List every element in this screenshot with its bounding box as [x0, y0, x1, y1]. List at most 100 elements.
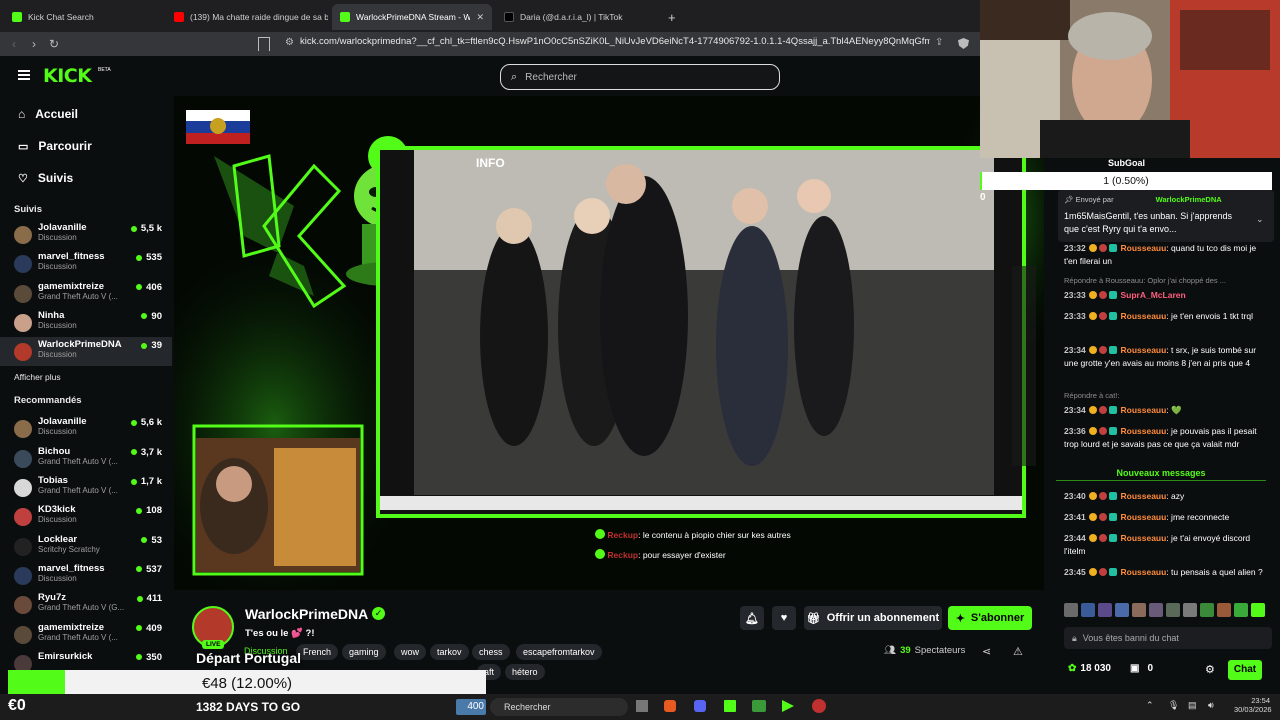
discord-icon[interactable]: [694, 700, 706, 712]
emote-icon[interactable]: [1064, 603, 1078, 617]
obs-icon[interactable]: [812, 699, 826, 713]
kick-logo[interactable]: KICK: [43, 65, 92, 87]
emote-icon[interactable]: [1234, 603, 1248, 617]
sidebar-channel[interactable]: Jolavanille Discussion 5,6 k: [0, 414, 172, 443]
tag[interactable]: wow: [394, 644, 427, 660]
close-tab-icon[interactable]: ✕: [476, 12, 484, 23]
notification-bell-icon[interactable]: 🔔︎: [740, 606, 764, 630]
gift-subscription-button[interactable]: 🎁︎ Offrir un abonnement: [804, 606, 942, 630]
chat-message[interactable]: 23:40 Rousseauu: azy: [1064, 490, 1264, 503]
chat-message[interactable]: 23:34 Rousseauu: 💚: [1064, 404, 1264, 417]
chat-message[interactable]: 23:45 Rousseauu: tu pensais a quel alien…: [1064, 566, 1264, 579]
network-icon[interactable]: ▤: [1188, 700, 1197, 711]
sidebar-channel[interactable]: Tobias Grand Theft Auto V (... 1,7 k: [0, 473, 172, 502]
chat-username[interactable]: Rousseauu: [1121, 491, 1167, 501]
chat-message[interactable]: 23:33 SuprA_McLaren: [1064, 289, 1264, 302]
sidebar-channel[interactable]: marvel_fitness Discussion 537: [0, 561, 172, 590]
report-icon[interactable]: ⚠: [1013, 645, 1023, 658]
weather-widget[interactable]: 400: [456, 699, 486, 715]
emote-icon[interactable]: [1081, 603, 1095, 617]
emote-icon[interactable]: [1166, 603, 1180, 617]
menu-icon[interactable]: [18, 70, 30, 80]
subscribe-button[interactable]: ✦ S'abonner: [948, 606, 1032, 630]
sidebar-channel[interactable]: Jolavanille Discussion 5,5 k: [0, 220, 172, 249]
sidebar-channel[interactable]: KD3kick Discussion 108: [0, 502, 172, 531]
emote-icon[interactable]: [1183, 603, 1197, 617]
volume-icon[interactable]: 🔊︎: [1208, 700, 1214, 711]
streamer-name[interactable]: WarlockPrimeDNA: [245, 606, 368, 622]
clock[interactable]: 23:54 30/03/2026: [1234, 696, 1272, 714]
sidebar-channel[interactable]: gamemixtreize Grand Theft Auto V (... 409: [0, 620, 172, 649]
chat-send-button[interactable]: Chat: [1228, 660, 1262, 680]
sidebar-channel[interactable]: WarlockPrimeDNA Discussion 39: [0, 337, 172, 367]
sidebar-channel[interactable]: Emirsurkick 350: [0, 649, 172, 670]
channel-points[interactable]: ✿ 18 030: [1068, 663, 1111, 674]
gear-icon[interactable]: ⚙: [1205, 663, 1215, 676]
chat-username[interactable]: Rousseauu: [1121, 426, 1167, 436]
emote-icon[interactable]: [1217, 603, 1231, 617]
tray-chevron-icon[interactable]: ⌃: [1146, 700, 1154, 711]
new-tab-button[interactable]: +: [660, 4, 680, 30]
chat-message[interactable]: 23:41 Rousseauu: jme reconnecte: [1064, 511, 1264, 524]
chest-counter[interactable]: ▣ 0: [1130, 663, 1153, 674]
video-player[interactable]: INFO Reckup: le contenu à piopio chier s…: [174, 96, 1044, 590]
sidebar-channel[interactable]: Ninha Discussion 90: [0, 308, 172, 337]
reply-preview[interactable]: Répondre à cat!:: [1064, 391, 1119, 400]
brave-icon[interactable]: [664, 700, 676, 712]
tab-warlockprimedna[interactable]: WarlockPrimeDNA Stream - Wat ✕: [332, 4, 492, 30]
sidebar-channel[interactable]: Ryu7z Grand Theft Auto V (G... 411: [0, 590, 172, 619]
chat-message[interactable]: 23:32 Rousseauu: quand tu tco dis moi je…: [1064, 242, 1264, 268]
tab-youtube[interactable]: (139) Ma chatte raide dingue de sa b: [166, 4, 328, 30]
chat-message[interactable]: 23:34 Rousseauu: t srx, je suis tombé su…: [1064, 344, 1264, 370]
kick-app-icon[interactable]: [724, 700, 736, 712]
chat-username[interactable]: Rousseauu: [1121, 345, 1167, 355]
pinned-message[interactable]: 📌︎ Envoyé par WarlockPrimeDNA 1m65MaisGe…: [1058, 190, 1274, 242]
show-more-link[interactable]: Afficher plus: [0, 366, 172, 388]
emote-icon[interactable]: [1149, 603, 1163, 617]
search-input[interactable]: ⌕ Rechercher: [500, 64, 780, 90]
sidebar-channel[interactable]: marvel_fitness Discussion 535: [0, 249, 172, 278]
brave-shield-icon[interactable]: [958, 38, 969, 49]
chat-message[interactable]: 23:33 Rousseauu: je t'en envois 1 tkt tr…: [1064, 310, 1264, 323]
chat-username[interactable]: Rousseauu: [1121, 533, 1167, 543]
bookmark-icon[interactable]: [258, 37, 270, 51]
tag[interactable]: escapefromtarkov: [516, 644, 602, 660]
nav-home[interactable]: ⌂ Accueil: [0, 98, 172, 130]
nav-following[interactable]: ♡ Suivis: [0, 162, 172, 194]
chat-username[interactable]: Rousseauu: [1121, 311, 1167, 321]
emote-icon[interactable]: [1098, 603, 1112, 617]
back-icon[interactable]: ‹: [4, 37, 24, 51]
chat-message[interactable]: 23:44 Rousseauu: je t'ai envoyé discord …: [1064, 532, 1264, 558]
site-info-icon[interactable]: ⚙: [285, 37, 294, 48]
sidebar-channel[interactable]: Locklear Scritchy Scratchy 53: [0, 532, 172, 561]
emote-icon[interactable]: [1251, 603, 1265, 617]
follow-heart-icon[interactable]: ♥: [772, 606, 796, 630]
tag[interactable]: gaming: [342, 644, 386, 660]
tab-tiktok[interactable]: Daria (@d.a.r.i.a_l) | TikTok: [496, 4, 656, 30]
chat-username[interactable]: Rousseauu: [1121, 512, 1167, 522]
emote-icon[interactable]: [1115, 603, 1129, 617]
tag[interactable]: tarkov: [430, 644, 469, 660]
kick-studio-icon[interactable]: [782, 700, 794, 712]
chevron-down-icon[interactable]: ⌄: [1256, 214, 1264, 225]
sidebar-channel[interactable]: Bichou Grand Theft Auto V (... 3,7 k: [0, 444, 172, 473]
tag[interactable]: chess: [472, 644, 510, 660]
chat-username[interactable]: Rousseauu: [1121, 405, 1167, 415]
sidebar-channel[interactable]: gamemixtreize Grand Theft Auto V (... 406: [0, 279, 172, 308]
chat-username[interactable]: Rousseauu: [1121, 567, 1167, 577]
microphone-icon[interactable]: 🎙︎: [1168, 700, 1179, 711]
reload-icon[interactable]: ↻: [44, 37, 64, 51]
forward-icon[interactable]: ›: [24, 37, 44, 51]
task-view-icon[interactable]: [636, 700, 648, 712]
tag[interactable]: French: [296, 644, 339, 660]
emote-icon[interactable]: [1132, 603, 1146, 617]
chat-username[interactable]: SuprA_McLaren: [1121, 290, 1186, 300]
tag[interactable]: hétero: [505, 664, 545, 680]
reply-preview[interactable]: Répondre à Rousseauu: Oplor j'ai choppé …: [1064, 276, 1226, 285]
emote-icon[interactable]: [1200, 603, 1214, 617]
url-field[interactable]: kick.com/warlockprimedna?__cf_chl_tk=ftl…: [300, 36, 930, 47]
share-icon[interactable]: ⇪: [935, 37, 943, 48]
chat-username[interactable]: Rousseauu: [1121, 243, 1167, 253]
app-icon[interactable]: [752, 700, 766, 712]
tab-kick-chat-search[interactable]: Kick Chat Search: [4, 4, 164, 30]
